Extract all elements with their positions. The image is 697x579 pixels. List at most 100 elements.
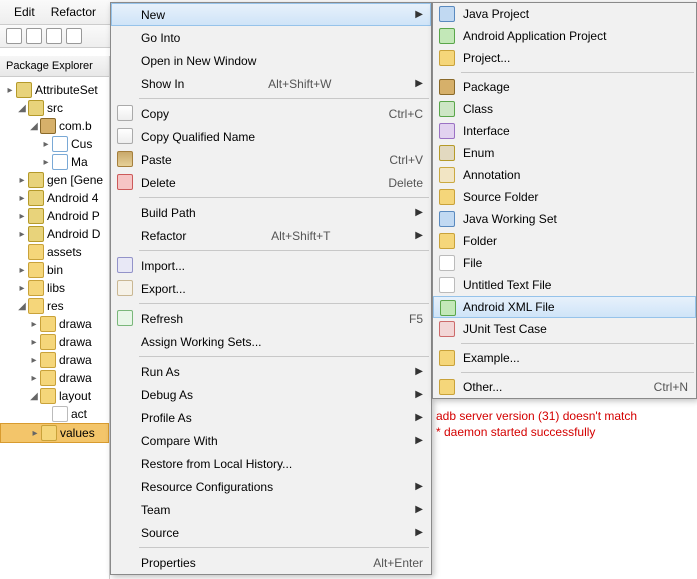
tree-label: src — [47, 101, 63, 115]
tree-label: bin — [47, 263, 63, 277]
tree-item[interactable]: ▸ bin — [0, 261, 109, 279]
twisty-icon[interactable]: ▸ — [16, 283, 28, 294]
submenu-arrow-icon: ▶ — [415, 389, 423, 400]
twisty-icon[interactable]: ▸ — [28, 355, 40, 366]
context-item[interactable]: Compare With▶ — [111, 429, 431, 452]
new-submenu-item[interactable]: Other...Ctrl+N — [433, 376, 696, 398]
twisty-icon[interactable]: ◢ — [28, 391, 40, 402]
context-item[interactable]: CopyCtrl+C — [111, 102, 431, 125]
tree-item[interactable]: ▸Android D — [0, 225, 109, 243]
new-submenu-item[interactable]: Untitled Text File — [433, 274, 696, 296]
menu-label: Interface — [463, 124, 510, 138]
context-item[interactable]: Restore from Local History... — [111, 452, 431, 475]
twisty-icon[interactable]: ▸ — [40, 139, 52, 150]
menu-refactor[interactable]: Refactor — [43, 2, 104, 22]
twisty-icon[interactable]: ▸ — [16, 229, 28, 240]
twisty-icon[interactable]: ▸ — [29, 428, 41, 439]
twisty-icon[interactable]: ◢ — [16, 301, 28, 312]
context-item[interactable]: Build Path▶ — [111, 201, 431, 224]
toolbar-button-2[interactable] — [26, 28, 42, 44]
tree-item[interactable]: ▸ drawa — [0, 315, 109, 333]
new-submenu-item[interactable]: Annotation — [433, 164, 696, 186]
tree-item[interactable]: ▸Ma — [0, 153, 109, 171]
context-item[interactable]: Copy Qualified Name — [111, 125, 431, 148]
context-item[interactable]: RefactorAlt+Shift+T▶ — [111, 224, 431, 247]
tree-item[interactable]: ▸Android 4 — [0, 189, 109, 207]
tree-item[interactable]: act — [0, 405, 109, 423]
context-item[interactable]: Profile As▶ — [111, 406, 431, 429]
new-submenu-item[interactable]: Package — [433, 76, 696, 98]
menu-label: Run As — [141, 365, 180, 379]
twisty-icon[interactable]: ▸ — [28, 373, 40, 384]
context-item[interactable]: DeleteDelete — [111, 171, 431, 194]
submenu-arrow-icon: ▶ — [415, 207, 423, 218]
twisty-icon[interactable]: ▸ — [16, 265, 28, 276]
menu-edit[interactable]: Edit — [6, 2, 43, 22]
twisty-icon[interactable]: ◢ — [28, 121, 40, 132]
tree-item[interactable]: ▸drawa — [0, 351, 109, 369]
twisty-icon[interactable]: ▸ — [28, 319, 40, 330]
new-submenu-item[interactable]: Interface — [433, 120, 696, 142]
new-submenu-item[interactable]: Class — [433, 98, 696, 120]
context-item[interactable]: Source▶ — [111, 521, 431, 544]
new-submenu-item[interactable]: Java Working Set — [433, 208, 696, 230]
toolbar-button-1[interactable] — [6, 28, 22, 44]
context-item[interactable]: Debug As▶ — [111, 383, 431, 406]
menu-label: Import... — [141, 259, 185, 273]
context-item[interactable]: Team▶ — [111, 498, 431, 521]
context-item[interactable]: Open in New Window — [111, 49, 431, 72]
new-submenu-item[interactable]: Android Application Project — [433, 25, 696, 47]
context-item[interactable]: Export... — [111, 277, 431, 300]
tree-item[interactable]: assets — [0, 243, 109, 261]
accelerator: Ctrl+C — [389, 107, 423, 121]
context-item[interactable]: Assign Working Sets... — [111, 330, 431, 353]
twisty-icon[interactable]: ◢ — [16, 103, 28, 114]
tree-label: drawa — [59, 317, 92, 331]
tree-icon — [40, 316, 56, 332]
context-item[interactable]: Import... — [111, 254, 431, 277]
twisty-icon[interactable]: ▸ — [28, 337, 40, 348]
twisty-icon[interactable]: ▸ — [16, 193, 28, 204]
tree-item[interactable]: ▸drawa — [0, 369, 109, 387]
new-submenu-item[interactable]: File — [433, 252, 696, 274]
tree-item[interactable]: ◢ layout — [0, 387, 109, 405]
tree-item[interactable]: ▸drawa — [0, 333, 109, 351]
tree-item[interactable]: ▸Android P — [0, 207, 109, 225]
tree-item[interactable]: ▸gen [Gene — [0, 171, 109, 189]
context-item[interactable]: New▶ — [111, 3, 431, 26]
new-submenu-item[interactable]: Project... — [433, 47, 696, 69]
new-submenu-item[interactable]: Android XML File — [433, 296, 696, 318]
context-item[interactable]: Run As▶ — [111, 360, 431, 383]
new-submenu-item[interactable]: Folder — [433, 230, 696, 252]
new-submenu-item[interactable]: Enum — [433, 142, 696, 164]
twisty-icon[interactable]: ▸ — [16, 211, 28, 222]
context-item[interactable]: PasteCtrl+V — [111, 148, 431, 171]
context-item[interactable]: PropertiesAlt+Enter — [111, 551, 431, 574]
tree-item[interactable]: ▸Cus — [0, 135, 109, 153]
toolbar-button-4[interactable] — [66, 28, 82, 44]
project-tree[interactable]: ▸AttributeSet ◢ src ◢com.b▸Cus▸Ma▸gen [Gene… — [0, 77, 109, 447]
twisty-icon[interactable]: ▸ — [4, 85, 16, 96]
tree-item[interactable]: ◢res — [0, 297, 109, 315]
tree-item[interactable]: ▸libs — [0, 279, 109, 297]
tree-item[interactable]: ◢com.b — [0, 117, 109, 135]
tree-item[interactable]: ◢ src — [0, 99, 109, 117]
tree-item[interactable]: ▸values — [0, 423, 109, 443]
twisty-icon[interactable]: ▸ — [40, 157, 52, 168]
menu-label: Restore from Local History... — [141, 457, 292, 471]
new-submenu-item[interactable]: JUnit Test Case — [433, 318, 696, 340]
new-submenu-item[interactable]: Java Project — [433, 3, 696, 25]
tree-icon — [40, 388, 56, 404]
new-submenu-item[interactable]: Source Folder — [433, 186, 696, 208]
context-item[interactable]: RefreshF5 — [111, 307, 431, 330]
menu-label: Refactor — [141, 229, 186, 243]
twisty-icon[interactable]: ▸ — [16, 175, 28, 186]
toolbar-button-3[interactable] — [46, 28, 62, 44]
tree-item[interactable]: ▸AttributeSet — [0, 81, 109, 99]
new-submenu-item[interactable]: Example... — [433, 347, 696, 369]
context-item[interactable]: Go Into — [111, 26, 431, 49]
context-item[interactable]: Resource Configurations▶ — [111, 475, 431, 498]
context-item[interactable]: Show InAlt+Shift+W▶ — [111, 72, 431, 95]
i-folder-icon — [439, 50, 455, 66]
tree-label: layout — [59, 389, 91, 403]
